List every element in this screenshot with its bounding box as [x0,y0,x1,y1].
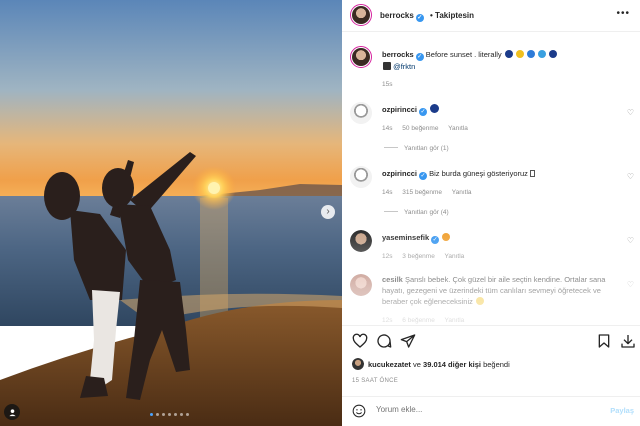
comment-avatar[interactable] [350,230,372,252]
evil-eye-emoji-icon [549,50,558,58]
liker-username[interactable]: kucukezatet [368,360,411,369]
caption: berrocks ✓ Before sunset . literally @frk… [382,49,622,72]
emoji-picker-icon[interactable] [352,404,366,418]
evil-eye-emoji-icon [430,104,440,113]
caption-text: Before sunset . literally [425,50,502,59]
caption-avatar[interactable] [350,46,372,68]
comment-avatar[interactable] [350,274,372,296]
comment-likes[interactable]: 50 beğenme [402,125,438,132]
verified-badge-icon: ✓ [415,14,424,22]
comment-avatar[interactable] [350,166,372,188]
comment-bubble-icon[interactable] [376,333,392,349]
likes-count-link[interactable]: 39.014 diğer kişi [423,360,481,369]
actions-divider [342,325,640,326]
comment-likes[interactable]: 6 beğenme [402,317,435,324]
liker-avatar[interactable] [352,358,364,370]
carousel-indicator [150,413,189,416]
view-replies-button[interactable]: Yanıtları gör (1) [384,145,449,152]
emoji-icon [442,233,451,241]
comment-username[interactable]: ozpirincci [382,169,417,178]
header-username[interactable]: berrocks ✓ [380,11,424,22]
share-send-icon[interactable] [400,333,416,349]
evil-eye-emoji-icon [504,50,513,58]
follow-label: Takiptesin [435,11,475,20]
comment-text: ozpirincci ✓ Biz burda güneşi gösteriyoru… [382,168,622,180]
reply-button[interactable]: Yanıtla [448,125,468,132]
carousel-dot[interactable] [174,413,177,416]
tagged-user-icon[interactable] [4,404,20,420]
comment-likes[interactable]: 3 beğenme [402,253,435,260]
comment-time: 12s [382,253,393,260]
comment-text: yaseminsefik ✓ [382,232,622,244]
comment-meta: 14s 315 beğenme Yanıtla [382,189,480,196]
unknown-emoji-icon [530,170,536,177]
wave-emoji-icon [538,50,547,58]
comment-meta: 12s 3 beğenme Yanıtla [382,253,472,260]
reply-button[interactable]: Yanıtla [445,317,465,324]
comment-like-heart-icon[interactable]: ♡ [627,172,634,181]
carousel-next-button[interactable]: › [321,205,335,219]
comment-avatar[interactable] [350,102,372,124]
reply-button[interactable]: Yanıtla [452,189,472,196]
header-divider [342,31,640,32]
caption-mention-link[interactable]: @frktn [393,62,415,71]
comment-likes[interactable]: 315 beğenme [402,189,442,196]
comment-username[interactable]: yaseminsefik [382,233,429,242]
carousel-dot[interactable] [150,413,153,416]
sunset-beach-image [0,0,342,426]
blue-heart-emoji-icon [526,50,535,58]
verified-badge-icon: ✓ [431,236,440,244]
post-photo[interactable]: › [0,0,342,426]
carousel-dot[interactable] [162,413,165,416]
carousel-dot[interactable] [168,413,171,416]
caption-username[interactable]: berrocks [382,50,414,59]
comment-time: 14s [382,125,393,132]
carousel-dot[interactable] [156,413,159,416]
post-details-panel: berrocks ✓ • Takiptesin ••• berrocks ✓ Bef… [342,0,640,426]
verified-badge-icon: ✓ [419,172,428,180]
view-replies-button[interactable]: Yanıtları gör (4) [384,209,449,216]
reply-button[interactable]: Yanıtla [445,253,465,260]
comment-like-heart-icon[interactable]: ♡ [627,280,634,289]
post-timestamp: 15 SAAT ÖNCE [352,378,399,384]
follow-status[interactable]: • Takiptesin [430,11,474,20]
bookmark-save-icon[interactable] [596,333,612,349]
comment-username[interactable]: cesilk [382,275,403,284]
comment-input[interactable] [376,405,576,414]
download-icon[interactable] [620,333,636,349]
more-options-icon[interactable]: ••• [616,8,630,19]
comment-username[interactable]: ozpirincci [382,105,417,114]
like-heart-icon[interactable] [352,333,368,349]
comment-like-heart-icon[interactable]: ♡ [627,108,634,117]
emoji-icon [475,297,484,305]
author-avatar[interactable] [350,4,372,26]
post-actions [352,333,638,351]
comment-meta: 14s 50 beğenme Yanıtla [382,125,476,132]
carousel-dot[interactable] [186,413,189,416]
comment-text: cesilk Şanslı bebek. Çok güzel bir aile … [382,275,606,306]
verified-badge-icon: ✓ [415,53,424,61]
verified-badge-icon: ✓ [419,108,428,116]
post-comment-button[interactable]: Paylaş [610,406,634,415]
caption-time: 15s [382,81,393,88]
likes-summary: kucukezatet ve 39.014 diğer kişi beğendi [368,360,510,369]
clapper-emoji-icon [383,62,391,70]
add-comment-bar: Paylaş [342,396,640,426]
comment-meta: 12s 6 beğenme Yanıtla [382,317,472,324]
carousel-dot[interactable] [180,413,183,416]
comment-text: ozpirincci ✓ [382,104,622,116]
comment-time: 14s [382,189,393,196]
sun-emoji-icon [515,50,524,58]
comment-time: 12s [382,317,393,324]
comment-like-heart-icon[interactable]: ♡ [627,236,634,245]
